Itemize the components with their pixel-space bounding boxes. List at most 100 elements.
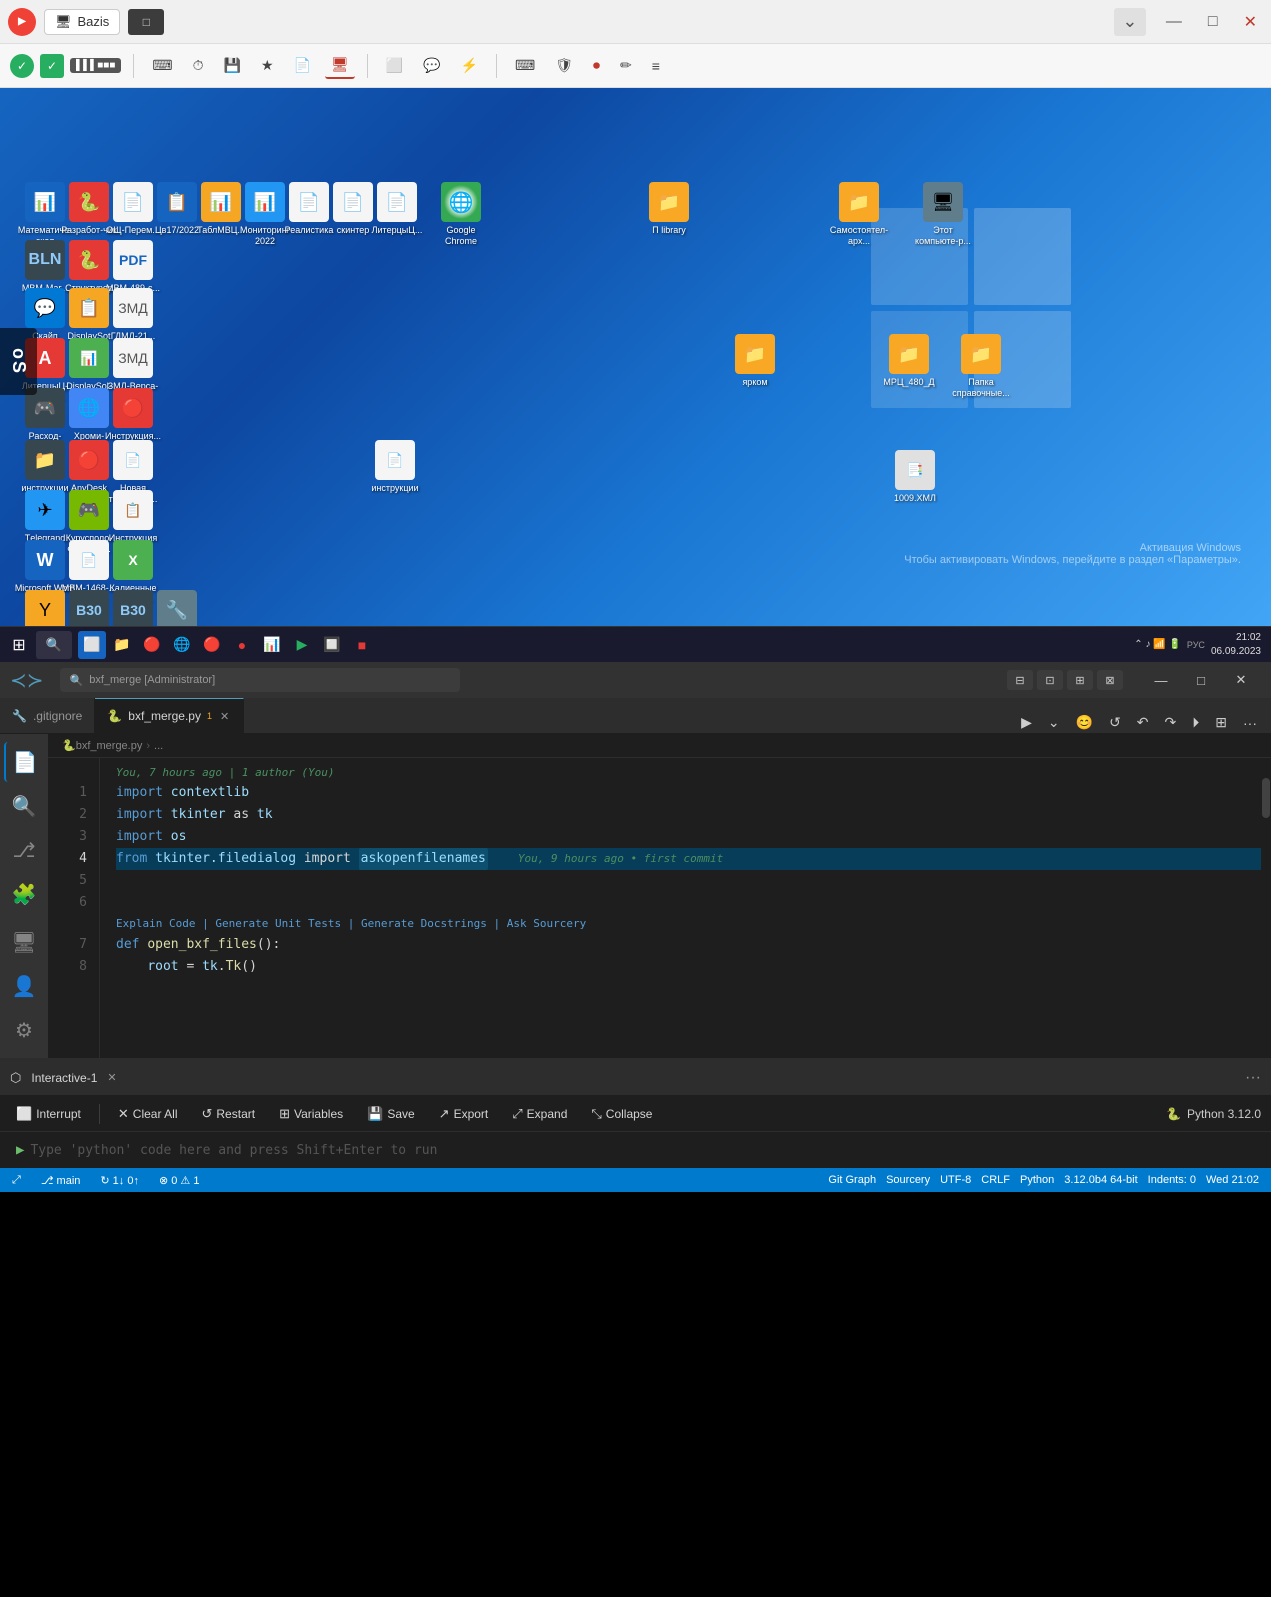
more-icon[interactable]: ··· xyxy=(1239,713,1261,733)
file-icon[interactable]: 📄 xyxy=(288,53,317,78)
explorer-icon[interactable]: 📄 xyxy=(4,742,44,782)
menu-icon[interactable]: ≡ xyxy=(646,54,666,78)
layout-btn-2[interactable]: ⊡ xyxy=(1037,670,1063,690)
desktop-icon-library[interactable]: 📁 П library xyxy=(634,178,704,240)
statusbar-remote-icon[interactable]: ⤢ xyxy=(8,1174,25,1187)
statusbar-line-ending[interactable]: CRLF xyxy=(977,1174,1014,1186)
restart-button[interactable]: ↺ Restart xyxy=(195,1103,261,1125)
user-icon[interactable]: 👤 xyxy=(4,966,44,1006)
desktop-icon-chrome[interactable]: 🌐 Google Chrome xyxy=(426,178,496,251)
maximize-button[interactable]: □ xyxy=(1202,13,1224,31)
taskbar-app-icon[interactable]: ● xyxy=(228,631,256,659)
window-icon[interactable]: ⬜ xyxy=(380,53,409,78)
settings-icon[interactable]: ⚙ xyxy=(4,1010,44,1050)
play-outline-icon[interactable]: ⏵ xyxy=(1188,712,1203,733)
collapse-button[interactable]: ⤡ Collapse xyxy=(585,1103,658,1125)
statusbar-git-graph[interactable]: Git Graph xyxy=(824,1174,880,1186)
taskbar-app-icon[interactable]: 🔴 xyxy=(198,631,226,659)
desktop-icon[interactable]: 📄 инструкции xyxy=(360,436,430,498)
terminal-content[interactable]: ▶ Type 'python' code here and press Shif… xyxy=(0,1132,1271,1168)
taskbar-app-icon[interactable]: 🔴 xyxy=(138,631,166,659)
code-content[interactable]: You, 7 hours ago | 1 author (You) import… xyxy=(100,758,1261,1058)
taskbar-app-icon[interactable]: ▶ xyxy=(288,631,316,659)
editor-scrollbar[interactable] xyxy=(1261,758,1271,1058)
tab-gitignore[interactable]: 🔧 .gitignore xyxy=(0,698,95,733)
source-control-icon[interactable]: ⎇ xyxy=(4,830,44,870)
desktop-icon[interactable]: 📁 Самостоятел-арх... xyxy=(824,178,894,251)
vscode-search-bar[interactable]: 🔍 bxf_merge [Administrator] xyxy=(60,668,460,692)
anydesk-dropdown-btn[interactable]: ⌄ xyxy=(1114,8,1146,36)
desktop-icon-folder2[interactable]: 📁 Папка справочные... xyxy=(946,330,1016,403)
taskbar-app-icon[interactable]: 🔲 xyxy=(318,631,346,659)
search-activity-icon[interactable]: 🔍 xyxy=(4,786,44,826)
tab-bxf-merge[interactable]: 🐍 bxf_merge.py 1 ✕ xyxy=(95,698,244,733)
statusbar-branch[interactable]: ⎇ main xyxy=(37,1174,85,1187)
keyboard-icon[interactable]: ⌨ xyxy=(146,53,178,78)
terminal-menu-button[interactable]: ··· xyxy=(1245,1069,1261,1087)
vscode-close-button[interactable]: ✕ xyxy=(1221,665,1261,695)
timer-icon[interactable]: ⏱ xyxy=(187,53,210,78)
happy-face-icon[interactable]: 😊 xyxy=(1072,712,1097,733)
transfer-icon[interactable]: 💾 xyxy=(218,53,247,78)
remote-icon[interactable]: 🖥 xyxy=(4,922,44,962)
export-button[interactable]: ↗ Export xyxy=(433,1103,495,1125)
layout-btn-1[interactable]: ⊟ xyxy=(1007,670,1033,690)
anydesk-monitor-btn[interactable]: □ xyxy=(128,9,164,35)
taskbar-app-icon[interactable]: ⬜ xyxy=(78,631,106,659)
vscode-minimize-button[interactable]: — xyxy=(1141,665,1181,695)
variables-button[interactable]: ⊞ Variables xyxy=(273,1103,349,1125)
vscode-window: ≺≻ 🔍 bxf_merge [Administrator] ⊟ ⊡ ⊞ ⊠ —… xyxy=(0,662,1271,1192)
terminal-tab-close-button[interactable]: ✕ xyxy=(107,1071,116,1084)
terminal-placeholder: Type 'python' code here and press Shift+… xyxy=(30,1143,437,1158)
desktop-icon-computer[interactable]: 🖥 Этот компьюте-р... xyxy=(908,178,978,251)
undo-icon[interactable]: ↺ xyxy=(1105,712,1125,733)
clear-all-button[interactable]: ✕ Clear All xyxy=(112,1103,184,1125)
layout-btn-4[interactable]: ⊠ xyxy=(1097,670,1123,690)
save-button[interactable]: 💾 Save xyxy=(361,1103,421,1125)
star-icon[interactable]: ★ xyxy=(255,53,280,78)
terminal-prompt[interactable]: ▶ Type 'python' code here and press Shif… xyxy=(16,1142,1255,1158)
statusbar-sourcery[interactable]: Sourcery xyxy=(882,1174,934,1186)
taskbar-app-icon[interactable]: 🌐 xyxy=(168,631,196,659)
taskbar-app-icon[interactable]: ■ xyxy=(348,631,376,659)
desktop-icon-mpl[interactable]: 📁 МРЦ_480_Д xyxy=(874,330,944,392)
close-button[interactable]: ✕ xyxy=(1238,12,1263,32)
run-button[interactable]: ▶ xyxy=(1017,712,1036,733)
statusbar-errors[interactable]: ⊗ 0 ⚠ 1 xyxy=(155,1174,203,1187)
minimize-button[interactable]: — xyxy=(1160,13,1188,31)
split-icon[interactable]: ⊞ xyxy=(1211,712,1231,733)
code-editor[interactable]: 1 2 3 4 5 6 7 8 You, 7 hours ago | 1 aut… xyxy=(48,758,1271,1058)
start-button[interactable]: ⊞ xyxy=(4,630,34,660)
tab-close-button[interactable]: ✕ xyxy=(218,709,231,724)
statusbar-language[interactable]: Python xyxy=(1016,1174,1058,1186)
search-button[interactable]: 🔍 xyxy=(36,631,72,659)
statusbar-sync[interactable]: ↻ 1↓ 0↑ xyxy=(96,1174,143,1187)
undo2-icon[interactable]: ↶ xyxy=(1133,712,1153,733)
scrollbar-thumb[interactable] xyxy=(1262,778,1270,818)
chat-icon[interactable]: 💬 xyxy=(417,53,446,78)
statusbar-indents[interactable]: Indents: 0 xyxy=(1144,1174,1200,1186)
run-dropdown-button[interactable]: ⌄ xyxy=(1044,712,1064,733)
interrupt-button[interactable]: ⬜ Interrupt xyxy=(10,1103,87,1125)
desktop-icon[interactable]: 📄 ЛитерцыЦ... xyxy=(362,178,432,240)
record-icon[interactable]: ⏺ xyxy=(587,53,606,78)
desktop-icon-folder[interactable]: 📁 ярком xyxy=(720,330,790,392)
statusbar-encoding[interactable]: UTF-8 xyxy=(936,1174,975,1186)
display-icon[interactable]: 🖥 xyxy=(325,52,355,79)
expand-button[interactable]: ⤢ Expand xyxy=(506,1103,573,1125)
statusbar-python-path[interactable]: 3.12.0b4 64-bit xyxy=(1060,1174,1141,1186)
lightning-icon[interactable]: ⚡ xyxy=(455,53,484,78)
anydesk-tab[interactable]: 🖥 Bazis xyxy=(44,9,120,35)
pen-icon[interactable]: ✏ xyxy=(614,53,638,78)
vscode-maximize-button[interactable]: □ xyxy=(1181,665,1221,695)
redo-icon[interactable]: ↷ xyxy=(1161,712,1181,733)
taskbar-app-icon[interactable]: 📊 xyxy=(258,631,286,659)
layout-btn-3[interactable]: ⊞ xyxy=(1067,670,1093,690)
desktop-icon[interactable]: 🔧 Итого ОМС... xyxy=(142,586,212,626)
taskbar-app-icon[interactable]: 📁 xyxy=(108,631,136,659)
session-info: ▌▌▌■■■ xyxy=(70,58,121,73)
extensions-icon[interactable]: 🧩 xyxy=(4,874,44,914)
keyboard2-icon[interactable]: ⌨ xyxy=(509,53,541,78)
shield2-icon[interactable]: 🛡 xyxy=(549,53,579,78)
desktop-icon-1009xal[interactable]: 📑 1009.ХМЛ xyxy=(880,446,950,508)
